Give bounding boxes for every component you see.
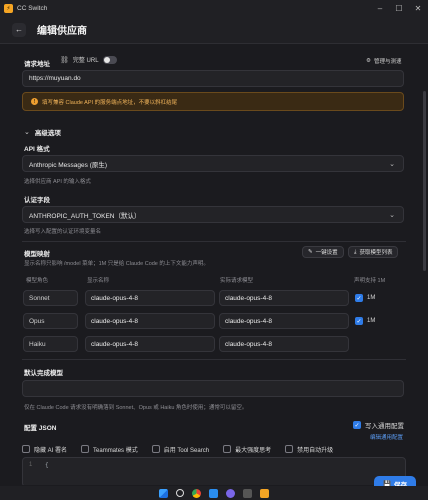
- maximize-button[interactable]: ☐: [389, 0, 409, 16]
- default-model-label: 默认完成模型: [24, 370, 63, 377]
- endpoint-warning-text: 填写兼容 Claude API 的服务端点地址，不要以斜杠结尾: [42, 99, 178, 106]
- column-header-1m: 声明支持 1M: [354, 278, 386, 284]
- endpoint-label: 请求地址: [24, 61, 50, 68]
- auth-field-select[interactable]: ANTHROPIC_AUTH_TOKEN（默认） ⌄: [22, 206, 404, 223]
- actual-model-input-opus[interactable]: claude-opus-4-8: [219, 313, 349, 329]
- link-icon: ⛓: [60, 56, 69, 64]
- minimize-button[interactable]: –: [370, 0, 390, 16]
- chevron-down-icon: ⌄: [389, 160, 395, 168]
- display-name-input-sonnet[interactable]: claude-opus-4-8: [85, 290, 215, 306]
- one-m-checkbox-sonnet[interactable]: ✓ 1M: [355, 294, 375, 302]
- content-scrollbar[interactable]: [423, 91, 426, 271]
- arrow-left-icon: ←: [15, 25, 23, 34]
- one-click-setup-button[interactable]: ✎ 一键设置: [302, 246, 344, 258]
- cc-switch-taskbar-icon[interactable]: [260, 488, 269, 498]
- option-teammates-mode[interactable]: Teammates 模式: [81, 445, 138, 454]
- actual-model-input-sonnet[interactable]: claude-opus-4-8: [219, 290, 349, 306]
- json-content: {: [45, 462, 49, 469]
- app-icon[interactable]: [226, 488, 235, 498]
- app-icon[interactable]: [243, 488, 252, 498]
- chevron-down-icon: ⌄: [24, 129, 30, 136]
- api-format-hint: 选择供应商 API 的输入格式: [24, 179, 91, 185]
- fetch-models-label: 获取模型列表: [359, 250, 393, 256]
- endpoint-warning: ! 填写兼容 Claude API 的服务端点地址，不要以斜杠结尾: [22, 92, 404, 111]
- windows-start-icon[interactable]: [159, 488, 168, 498]
- endpoint-value: https://muyuan.do: [29, 75, 81, 82]
- download-icon: ⤓: [354, 248, 357, 255]
- close-button[interactable]: ✕: [408, 0, 428, 16]
- vscode-icon[interactable]: [209, 488, 218, 498]
- option-max-thinking[interactable]: 最大强度思考: [223, 445, 271, 454]
- role-opus: Opus: [23, 313, 78, 329]
- model-mapping-hint: 显示名称只影响 /model 菜单；1M 只是给 Claude Code 的上下…: [24, 261, 209, 267]
- full-url-toggle[interactable]: [102, 55, 117, 64]
- os-taskbar: [0, 486, 428, 500]
- app-logo-icon: ⚡: [4, 3, 13, 13]
- advanced-options-title: 高级选项: [34, 130, 61, 137]
- fetch-models-button[interactable]: ⤓ 获取模型列表: [348, 246, 399, 258]
- section-divider: [22, 241, 406, 242]
- one-click-setup-label: 一键设置: [315, 250, 338, 256]
- endpoint-input[interactable]: https://muyuan.do: [22, 70, 404, 87]
- column-header-actual: 实际请求模型: [220, 278, 254, 284]
- role-sonnet: Sonnet: [23, 290, 78, 306]
- line-number: 1: [29, 462, 33, 468]
- model-mapping-title: 模型映射: [24, 251, 50, 258]
- column-header-role: 模型角色: [26, 278, 49, 284]
- option-hide-ai-signature[interactable]: 隐藏 AI 署名: [22, 445, 67, 454]
- chrome-icon[interactable]: [192, 488, 201, 498]
- page-title: 编辑供应商: [37, 26, 87, 37]
- one-m-checkbox-opus[interactable]: ✓ 1M: [355, 317, 375, 325]
- window-titlebar: ⚡ CC Switch – ☐ ✕: [0, 0, 428, 16]
- api-format-label: API 格式: [24, 146, 50, 153]
- option-tool-search[interactable]: 启用 Tool Search: [151, 445, 209, 454]
- manage-speedtest-label: 管理与测速: [373, 59, 402, 65]
- json-options-toolbar: 隐藏 AI 署名 Teammates 模式 启用 Tool Search 最大强…: [22, 443, 406, 455]
- page-header: ← 编辑供应商: [0, 16, 428, 44]
- search-icon[interactable]: [176, 489, 184, 497]
- api-format-value: Anthropic Messages (原生): [29, 161, 108, 169]
- column-header-display: 显示名称: [87, 278, 110, 284]
- info-icon: !: [31, 98, 38, 105]
- default-model-input[interactable]: [22, 380, 404, 397]
- main-content: 请求地址 ⛓ 完整 URL ⚙ 管理与测速 https://muyuan.do …: [0, 45, 428, 485]
- wand-icon: ✎: [308, 249, 313, 255]
- auth-field-label: 认证字段: [24, 197, 50, 204]
- gauge-icon: ⚙: [366, 58, 371, 64]
- section-divider: [22, 359, 406, 360]
- checkmark-icon: ✓: [353, 421, 361, 429]
- role-haiku: Haiku: [23, 336, 78, 352]
- window-title: CC Switch: [17, 4, 48, 12]
- actual-model-input-haiku[interactable]: claude-opus-4-8: [219, 336, 349, 352]
- auth-field-value: ANTHROPIC_AUTH_TOKEN（默认）: [29, 212, 141, 220]
- checkmark-icon: ✓: [355, 317, 363, 325]
- display-name-input-haiku[interactable]: claude-opus-4-8: [85, 336, 215, 352]
- checkmark-icon: ✓: [355, 294, 363, 302]
- option-disable-autoupdate[interactable]: 禁用自动升级: [285, 445, 333, 454]
- chevron-down-icon: ⌄: [389, 211, 395, 219]
- api-format-select[interactable]: Anthropic Messages (原生) ⌄: [22, 155, 404, 172]
- back-button[interactable]: ←: [12, 22, 26, 37]
- display-name-input-opus[interactable]: claude-opus-4-8: [85, 313, 215, 329]
- json-config-label: 配置 JSON: [24, 425, 57, 432]
- advanced-options-toggle[interactable]: ⌄ 高级选项: [24, 127, 61, 137]
- default-model-hint: 仅在 Claude Code 请求没有明确落到 Sonnet、Opus 或 Ha…: [24, 405, 248, 411]
- json-editor[interactable]: { 1: [22, 457, 406, 485]
- manage-speedtest-button[interactable]: ⚙ 管理与测速: [366, 57, 401, 65]
- write-common-config-checkbox[interactable]: ✓ 写入通用配置: [353, 420, 404, 430]
- auth-field-hint: 选择写入配置的认证环境变量名: [24, 229, 102, 235]
- full-url-toggle-group[interactable]: ⛓ 完整 URL: [60, 55, 117, 64]
- full-url-label: 完整 URL: [72, 58, 99, 64]
- edit-common-config-link[interactable]: 编辑通用配置: [370, 433, 403, 441]
